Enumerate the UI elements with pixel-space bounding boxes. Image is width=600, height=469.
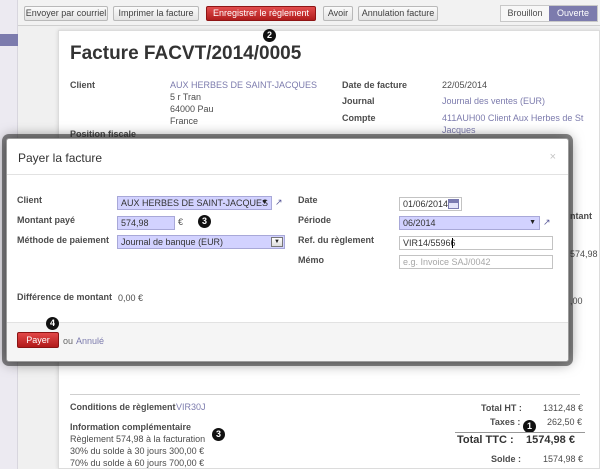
total-ttc-label: Total TTC : [457, 434, 514, 446]
taxes-value: 262,50 € [547, 417, 583, 427]
payment-ref-value: VIR14/55966 [403, 238, 456, 248]
address-line-1: 5 r Tran [170, 92, 202, 102]
dialog-header: Payer la facture × [7, 139, 568, 175]
client-label: Client [70, 80, 96, 90]
additional-info-line-2: 30% du solde à 30 jours 300,00 € [70, 446, 205, 456]
address-line-2: 64000 Pau [170, 104, 214, 114]
register-payment-button[interactable]: Enregistrer le règlement [206, 6, 316, 21]
payment-ref-input[interactable]: VIR14/55966 [399, 236, 553, 250]
payment-terms-label: Conditions de règlement [70, 402, 176, 412]
total-separator [455, 432, 585, 433]
payment-date-value: 01/06/2014 [403, 199, 449, 209]
total-ht-label: Total HT : [481, 403, 522, 413]
line-amount-2: ,00 [570, 296, 583, 306]
payment-method-label: Méthode de paiement [17, 235, 110, 245]
status-draft[interactable]: Brouillon [501, 6, 549, 21]
or-text: ou [63, 336, 74, 346]
external-link-icon[interactable]: ↗ [275, 197, 283, 208]
currency-symbol: € [178, 217, 184, 227]
send-email-button[interactable]: Envoyer par courriel [24, 6, 108, 21]
dialog-client-label: Client [17, 195, 43, 205]
annotation-marker-2: 2 [263, 29, 276, 42]
period-label: Période [298, 215, 332, 225]
amount-column-header: ntant [570, 211, 592, 221]
cancel-link[interactable]: Annulé [76, 336, 104, 346]
annotation-marker-3a: 3 [198, 215, 211, 228]
text-cursor [452, 238, 453, 248]
additional-info-line-3: 70% du solde à 60 jours 700,00 € [70, 458, 205, 468]
account-link-line2[interactable]: Jacques [442, 125, 476, 135]
journal-label: Journal [342, 96, 375, 106]
external-link-icon[interactable]: ↗ [543, 217, 551, 228]
line-amount-1: 574,98 [570, 249, 598, 259]
additional-info-line-1: Règlement 574,98 à la facturation [70, 434, 206, 444]
amount-paid-input[interactable]: 574,98 [117, 216, 175, 230]
additional-info-label: Information complémentaire [70, 422, 192, 432]
invoice-date-value: 22/05/2014 [442, 80, 488, 90]
account-label: Compte [342, 113, 376, 123]
chevron-down-icon: ▼ [529, 219, 536, 226]
action-toolbar: Envoyer par courriel Imprimer la facture… [18, 0, 600, 26]
sidebar-selected-item[interactable] [0, 34, 18, 46]
print-invoice-button[interactable]: Imprimer la facture [113, 6, 199, 21]
annotation-marker-3b: 3 [212, 428, 225, 441]
payment-dialog: Payer la facture × Client AUX HERBES DE … [6, 138, 569, 362]
payment-method-value: Journal de banque (EUR) [121, 237, 224, 247]
client-link[interactable]: AUX HERBES DE SAINT-JACQUES [170, 80, 317, 90]
memo-input[interactable]: e.g. Invoice SAJ/0042 [399, 255, 553, 269]
chevron-down-icon: ▼ [261, 199, 268, 206]
calendar-icon[interactable] [448, 199, 459, 209]
memo-label: Mémo [298, 255, 325, 265]
amount-paid-label: Montant payé [17, 215, 76, 225]
payment-terms-link[interactable]: VIR30J [176, 402, 206, 412]
balance-label: Solde : [491, 454, 522, 464]
amount-difference-value: 0,00 € [118, 293, 144, 303]
taxes-label: Taxes : [490, 417, 521, 427]
payment-method-select[interactable]: Journal de banque (EUR) ▼ [117, 235, 285, 249]
invoice-title: Facture FACVT/2014/0005 [70, 43, 302, 64]
journal-link[interactable]: Journal des ventes (EUR) [442, 96, 545, 106]
footer-separator [70, 394, 580, 395]
balance-value: 1574,98 € [543, 454, 584, 464]
amount-difference-label: Différence de montant [17, 292, 113, 302]
payment-ref-label: Ref. du règlement [298, 235, 375, 245]
period-select[interactable]: 06/2014 ▼ [399, 216, 540, 230]
status-steps: Brouillon Ouverte [500, 5, 598, 22]
account-link-line1[interactable]: 411AUH00 Client Aux Herbes de St [442, 113, 583, 123]
dialog-date-label: Date [298, 195, 318, 205]
dialog-client-value: AUX HERBES DE SAINT-JACQUES [121, 198, 269, 208]
annotation-marker-4: 4 [46, 317, 59, 330]
address-country: France [170, 116, 199, 126]
total-ht-value: 1312,48 € [543, 403, 584, 413]
dialog-client-select[interactable]: AUX HERBES DE SAINT-JACQUES ▼ [117, 196, 272, 210]
period-value: 06/2014 [403, 218, 436, 228]
cancel-invoice-button[interactable]: Annulation facture [358, 6, 438, 21]
refund-button[interactable]: Avoir [323, 6, 353, 21]
pay-button[interactable]: Payer [17, 332, 59, 348]
dialog-title: Payer la facture [18, 151, 103, 165]
status-open[interactable]: Ouverte [549, 6, 597, 21]
close-icon[interactable]: × [550, 151, 556, 163]
total-ttc-value: 1574,98 € [526, 434, 575, 446]
dropdown-arrow-icon: ▼ [271, 237, 283, 247]
payment-date-input[interactable]: 01/06/2014 [399, 197, 462, 211]
invoice-date-label: Date de facture [342, 80, 408, 90]
